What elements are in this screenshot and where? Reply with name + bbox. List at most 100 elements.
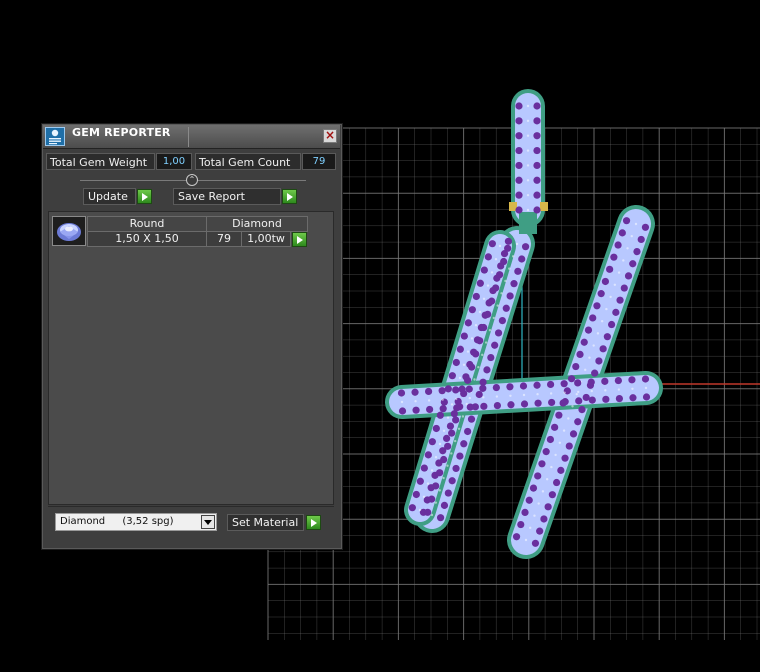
stone-facet	[500, 292, 503, 295]
update-button[interactable]: Update	[83, 188, 136, 205]
prong	[607, 320, 616, 329]
prong	[525, 496, 533, 504]
prong	[476, 337, 484, 345]
stone-facet	[622, 259, 625, 262]
prong	[606, 265, 614, 273]
prong	[488, 297, 496, 305]
material-select[interactable]: Diamond (3,52 spg)	[55, 513, 217, 531]
set-material-button[interactable]: Set Material	[227, 514, 304, 531]
stone-facet	[504, 279, 507, 283]
stone-facet	[524, 538, 528, 542]
stone-facet	[481, 353, 484, 357]
stone-facet	[486, 284, 490, 287]
save-report-play-icon[interactable]	[282, 189, 297, 204]
stone-facet	[554, 453, 557, 457]
prong	[444, 385, 452, 393]
panel-slider-knob[interactable]: ⌃	[186, 174, 198, 186]
prong	[602, 395, 610, 403]
gem-row-play-icon[interactable]	[292, 232, 307, 247]
prong	[517, 520, 525, 529]
prong	[480, 323, 488, 332]
stone-facet	[526, 179, 530, 182]
stone-facet	[446, 416, 450, 419]
close-icon[interactable]: ×	[323, 129, 337, 143]
prong	[468, 306, 476, 314]
prong	[436, 469, 444, 477]
set-material-play-icon[interactable]	[306, 515, 321, 530]
prong	[446, 422, 455, 430]
stone-facet	[526, 134, 530, 137]
stone-facet	[545, 478, 549, 481]
stone-facet	[414, 400, 417, 403]
prong	[597, 290, 605, 298]
panel-titlebar[interactable]: GEM REPORTER ×	[43, 125, 340, 149]
update-play-icon[interactable]	[137, 189, 152, 204]
prong	[492, 383, 500, 392]
prong	[557, 466, 565, 474]
stone-facet	[458, 376, 462, 380]
prong	[504, 244, 512, 252]
stone-facet	[630, 234, 633, 238]
prong	[432, 424, 440, 433]
prong	[444, 489, 452, 497]
prong	[540, 515, 548, 523]
save-report-button[interactable]: Save Report	[173, 188, 281, 205]
prong	[589, 314, 597, 322]
prong	[460, 440, 468, 448]
prong	[512, 533, 521, 541]
stone-facet	[526, 119, 530, 123]
panel-title: GEM REPORTER	[72, 126, 171, 139]
stone-facet	[478, 310, 482, 314]
prong	[521, 243, 530, 251]
prong	[460, 332, 468, 340]
prong	[610, 253, 618, 261]
stone-facet	[427, 399, 431, 402]
stone-facet	[461, 415, 465, 418]
stone-facet	[571, 405, 574, 408]
prong	[536, 527, 544, 535]
total-gem-count-value: 79	[302, 153, 336, 170]
prong	[603, 333, 611, 341]
prong	[515, 206, 523, 214]
prong	[492, 284, 500, 292]
prong	[432, 482, 440, 490]
stone-facet	[537, 502, 540, 505]
chevron-down-icon[interactable]	[201, 515, 215, 529]
stone-facet	[526, 193, 530, 197]
prong	[615, 394, 624, 403]
prong	[588, 396, 596, 404]
prong	[515, 117, 523, 125]
prong	[533, 132, 541, 140]
prong	[642, 393, 651, 401]
prong	[576, 350, 584, 359]
prong	[629, 260, 637, 268]
prong	[601, 277, 610, 286]
prong	[637, 235, 645, 244]
prong	[567, 375, 576, 383]
prong	[534, 399, 542, 407]
prong	[491, 341, 499, 349]
round-diamond-icon[interactable]	[52, 216, 86, 246]
prong	[569, 430, 578, 438]
stone-facet	[592, 344, 595, 347]
stone-facet	[567, 417, 570, 420]
prong	[533, 176, 541, 184]
stone-facet	[536, 393, 539, 396]
prong	[533, 191, 541, 199]
stone-facet	[422, 495, 426, 498]
prong	[529, 484, 538, 492]
prong	[504, 237, 513, 245]
stone-facet	[473, 378, 476, 381]
letter-h-pendant-model[interactable]	[385, 89, 663, 559]
stone-facet	[434, 501, 438, 504]
stone-facet	[617, 388, 621, 391]
prong	[506, 292, 514, 300]
prong	[561, 454, 569, 462]
stone-facet	[474, 324, 478, 327]
stone-facet	[455, 397, 458, 401]
gem-list-area	[48, 211, 334, 505]
title-divider	[188, 127, 189, 147]
stone-facet	[418, 508, 422, 512]
prong	[624, 272, 633, 280]
stone-facet	[526, 164, 530, 167]
